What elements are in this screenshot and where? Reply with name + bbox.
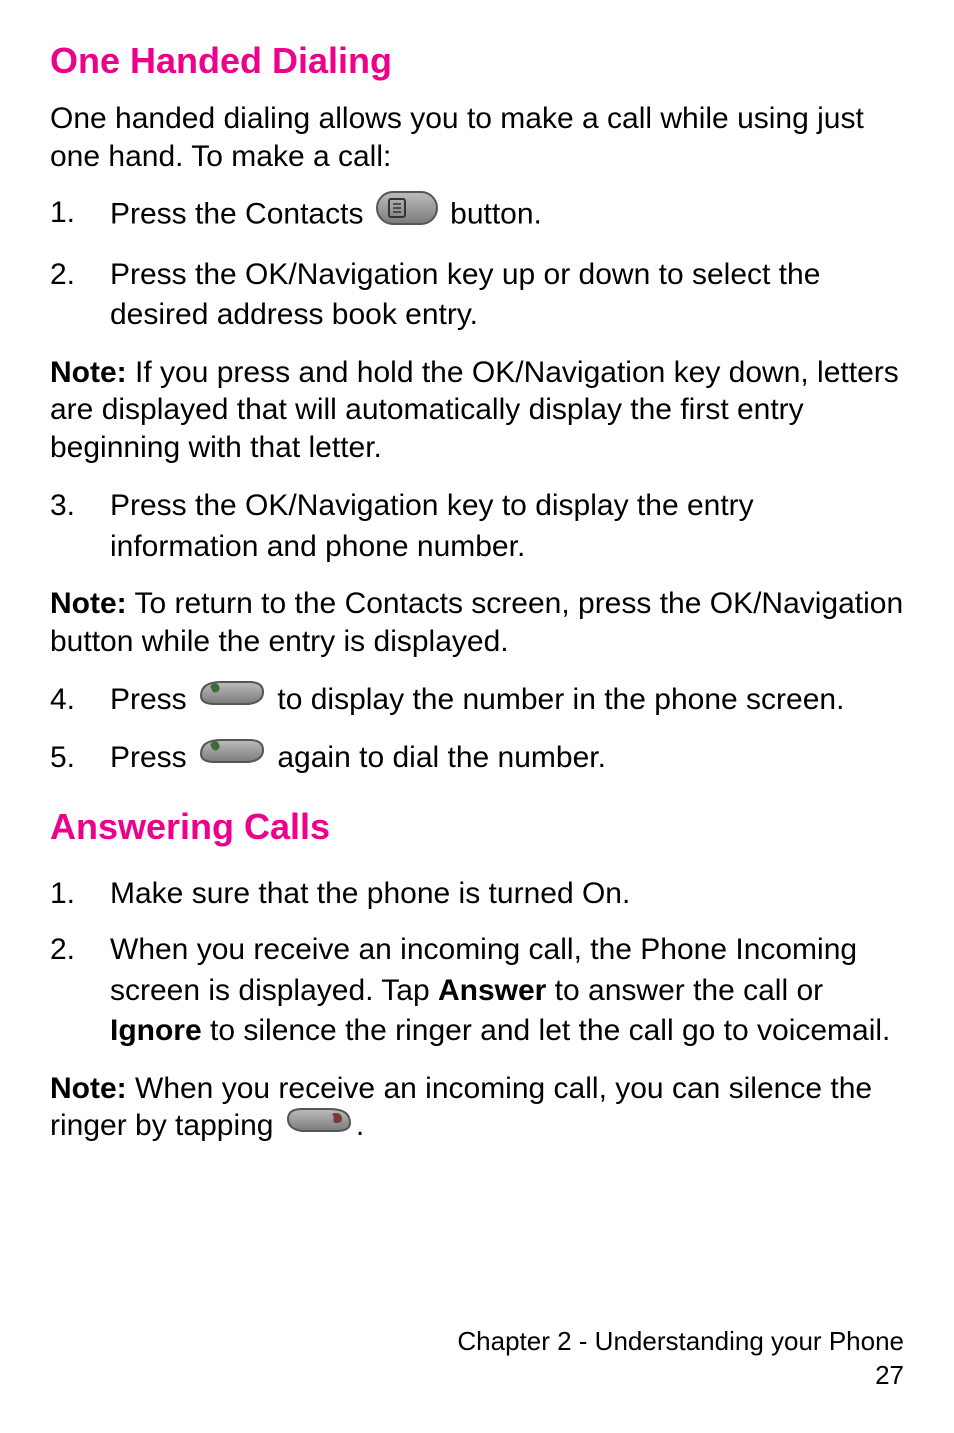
step-text: Make sure that the phone is turned On. [110, 874, 904, 915]
list-item: 1. Press the Contacts [50, 193, 904, 239]
document-page: One Handed Dialing One handed dialing al… [0, 0, 954, 1433]
step-list: 4. Press to display [50, 680, 904, 780]
step-text-part: to display the number in the phone scree… [277, 683, 844, 716]
end-call-button-icon [286, 1105, 352, 1145]
note-paragraph: Note: To return to the Contacts screen, … [50, 585, 904, 660]
step-text-part: Press the Contacts [110, 198, 372, 231]
note-text: If you press and hold the OK/Navigation … [50, 356, 899, 464]
step-text: When you receive an incoming call, the P… [110, 930, 904, 1052]
step-text: Press the Contacts [110, 193, 904, 239]
step-text-part: button. [450, 198, 542, 231]
step-text: Press the OK/Navigation key up or down t… [110, 255, 904, 336]
note-paragraph: Note: If you press and hold the OK/Navig… [50, 354, 904, 467]
step-text-part: Press [110, 683, 195, 716]
step-number: 1. [50, 874, 110, 915]
step-text: Press the OK/Navigation key to display t… [110, 486, 904, 567]
note-paragraph: Note: When you receive an incoming call,… [50, 1070, 904, 1147]
note-text-part: . [356, 1109, 364, 1142]
step-number: 2. [50, 930, 110, 971]
list-item: 1. Make sure that the phone is turned On… [50, 874, 904, 915]
heading-one-handed-dialing: One Handed Dialing [50, 40, 904, 82]
answer-label: Answer [438, 974, 546, 1007]
step-number: 2. [50, 255, 110, 296]
intro-paragraph: One handed dialing allows you to make a … [50, 100, 904, 175]
step-number: 3. [50, 486, 110, 527]
step-text-part: to answer the call or [546, 974, 823, 1007]
step-number: 5. [50, 738, 110, 779]
list-item: 5. Press again to d [50, 738, 904, 780]
call-button-icon [199, 736, 265, 778]
list-item: 4. Press to display [50, 680, 904, 722]
step-text: Press to display the number in the [110, 680, 904, 722]
note-label: Note: [50, 587, 127, 620]
page-number: 27 [457, 1359, 904, 1393]
note-label: Note: [50, 1072, 127, 1105]
page-footer: Chapter 2 - Understanding your Phone 27 [457, 1325, 904, 1393]
step-number: 1. [50, 193, 110, 234]
step-text-part: to silence the ringer and let the call g… [202, 1014, 891, 1047]
step-number: 4. [50, 680, 110, 721]
list-item: 3. Press the OK/Navigation key to displa… [50, 486, 904, 567]
step-text-part: Press [110, 741, 195, 774]
contacts-button-icon [376, 191, 438, 237]
ignore-label: Ignore [110, 1014, 202, 1047]
step-list: 1. Press the Contacts [50, 193, 904, 336]
note-text: To return to the Contacts screen, press … [50, 587, 903, 658]
chapter-label: Chapter 2 - Understanding your Phone [457, 1325, 904, 1359]
step-text-part: again to dial the number. [277, 741, 606, 774]
call-button-icon [199, 678, 265, 720]
list-item: 2. When you receive an incoming call, th… [50, 930, 904, 1052]
note-label: Note: [50, 356, 127, 389]
step-text: Press again to dial the number. [110, 738, 904, 780]
step-list: 3. Press the OK/Navigation key to displa… [50, 486, 904, 567]
heading-answering-calls: Answering Calls [50, 806, 904, 848]
step-list: 1. Make sure that the phone is turned On… [50, 874, 904, 1052]
list-item: 2. Press the OK/Navigation key up or dow… [50, 255, 904, 336]
note-text: When you receive an incoming call, you c… [50, 1072, 872, 1143]
